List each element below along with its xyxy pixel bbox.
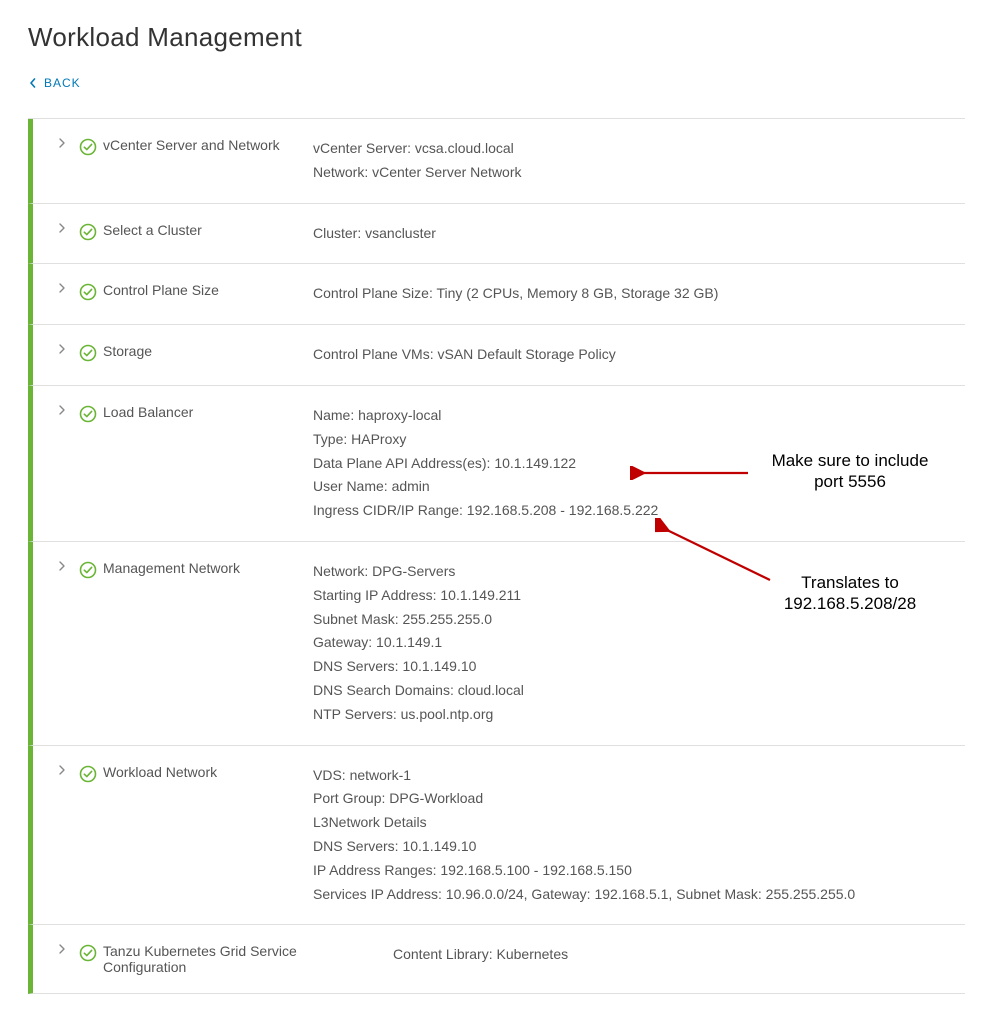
check-circle-icon: [79, 138, 97, 156]
summary-line: Ingress CIDR/IP Range: 192.168.5.208 - 1…: [313, 499, 965, 523]
summary-line: VDS: network-1: [313, 764, 965, 788]
wizard-steps: vCenter Server and Network vCenter Serve…: [28, 118, 965, 994]
chevron-right-icon: [57, 561, 67, 571]
expand-toggle[interactable]: [51, 561, 73, 571]
step-management-network: Management Network Network: DPG-Servers …: [28, 542, 965, 746]
chevron-right-icon: [57, 405, 67, 415]
step-vcenter: vCenter Server and Network vCenter Serve…: [28, 119, 965, 204]
step-tkg-config: Tanzu Kubernetes Grid Service Configurat…: [28, 925, 965, 994]
step-summary: vCenter Server: vcsa.cloud.local Network…: [313, 137, 965, 185]
summary-line: DNS Servers: 10.1.149.10: [313, 655, 965, 679]
summary-line: Services IP Address: 10.96.0.0/24, Gatew…: [313, 883, 965, 907]
chevron-left-icon: [28, 78, 38, 88]
step-storage: Storage Control Plane VMs: vSAN Default …: [28, 325, 965, 386]
step-summary: VDS: network-1 Port Group: DPG-Workload …: [313, 764, 965, 907]
check-circle-icon: [79, 765, 97, 783]
check-circle-icon: [79, 283, 97, 301]
chevron-right-icon: [57, 223, 67, 233]
step-summary: Network: DPG-Servers Starting IP Address…: [313, 560, 965, 727]
chevron-right-icon: [57, 944, 67, 954]
status-complete: [73, 223, 103, 241]
step-label: Workload Network: [103, 764, 313, 780]
summary-line: NTP Servers: us.pool.ntp.org: [313, 703, 965, 727]
summary-line: Control Plane Size: Tiny (2 CPUs, Memory…: [313, 282, 965, 306]
chevron-right-icon: [57, 765, 67, 775]
summary-line: Data Plane API Address(es): 10.1.149.122: [313, 452, 965, 476]
step-label: Tanzu Kubernetes Grid Service Configurat…: [103, 943, 393, 975]
step-label: Load Balancer: [103, 404, 313, 420]
summary-line: DNS Servers: 10.1.149.10: [313, 835, 965, 859]
summary-line: L3Network Details: [313, 811, 965, 835]
check-circle-icon: [79, 405, 97, 423]
step-summary: Name: haproxy-local Type: HAProxy Data P…: [313, 404, 965, 523]
status-complete: [73, 138, 103, 156]
expand-toggle[interactable]: [51, 765, 73, 775]
check-circle-icon: [79, 344, 97, 362]
summary-line: Control Plane VMs: vSAN Default Storage …: [313, 343, 965, 367]
status-complete: [73, 561, 103, 579]
check-circle-icon: [79, 944, 97, 962]
status-complete: [73, 283, 103, 301]
summary-line: vCenter Server: vcsa.cloud.local: [313, 137, 965, 161]
summary-line: Starting IP Address: 10.1.149.211: [313, 584, 965, 608]
step-summary: Content Library: Kubernetes: [393, 943, 965, 967]
chevron-right-icon: [57, 138, 67, 148]
step-cluster: Select a Cluster Cluster: vsancluster: [28, 204, 965, 265]
summary-line: Name: haproxy-local: [313, 404, 965, 428]
step-label: Select a Cluster: [103, 222, 313, 238]
summary-line: User Name: admin: [313, 475, 965, 499]
summary-line: DNS Search Domains: cloud.local: [313, 679, 965, 703]
step-workload-network: Workload Network VDS: network-1 Port Gro…: [28, 746, 965, 926]
summary-line: Network: DPG-Servers: [313, 560, 965, 584]
step-load-balancer: Load Balancer Name: haproxy-local Type: …: [28, 386, 965, 542]
check-circle-icon: [79, 223, 97, 241]
chevron-right-icon: [57, 344, 67, 354]
status-complete: [73, 944, 103, 962]
status-complete: [73, 765, 103, 783]
summary-line: Network: vCenter Server Network: [313, 161, 965, 185]
page-title: Workload Management: [28, 22, 965, 53]
step-control-plane-size: Control Plane Size Control Plane Size: T…: [28, 264, 965, 325]
chevron-right-icon: [57, 283, 67, 293]
summary-line: Gateway: 10.1.149.1: [313, 631, 965, 655]
summary-line: Content Library: Kubernetes: [393, 943, 965, 967]
expand-toggle[interactable]: [51, 344, 73, 354]
step-label: vCenter Server and Network: [103, 137, 313, 153]
step-summary: Control Plane Size: Tiny (2 CPUs, Memory…: [313, 282, 965, 306]
step-summary: Control Plane VMs: vSAN Default Storage …: [313, 343, 965, 367]
summary-line: Subnet Mask: 255.255.255.0: [313, 608, 965, 632]
back-link[interactable]: BACK: [28, 76, 81, 90]
expand-toggle[interactable]: [51, 223, 73, 233]
step-label: Management Network: [103, 560, 313, 576]
summary-line: IP Address Ranges: 192.168.5.100 - 192.1…: [313, 859, 965, 883]
expand-toggle[interactable]: [51, 283, 73, 293]
summary-line: Cluster: vsancluster: [313, 222, 965, 246]
status-complete: [73, 344, 103, 362]
back-label: BACK: [44, 76, 81, 90]
summary-line: Type: HAProxy: [313, 428, 965, 452]
expand-toggle[interactable]: [51, 405, 73, 415]
summary-line: Port Group: DPG-Workload: [313, 787, 965, 811]
step-summary: Cluster: vsancluster: [313, 222, 965, 246]
status-complete: [73, 405, 103, 423]
step-label: Control Plane Size: [103, 282, 313, 298]
step-label: Storage: [103, 343, 313, 359]
check-circle-icon: [79, 561, 97, 579]
expand-toggle[interactable]: [51, 944, 73, 954]
expand-toggle[interactable]: [51, 138, 73, 148]
